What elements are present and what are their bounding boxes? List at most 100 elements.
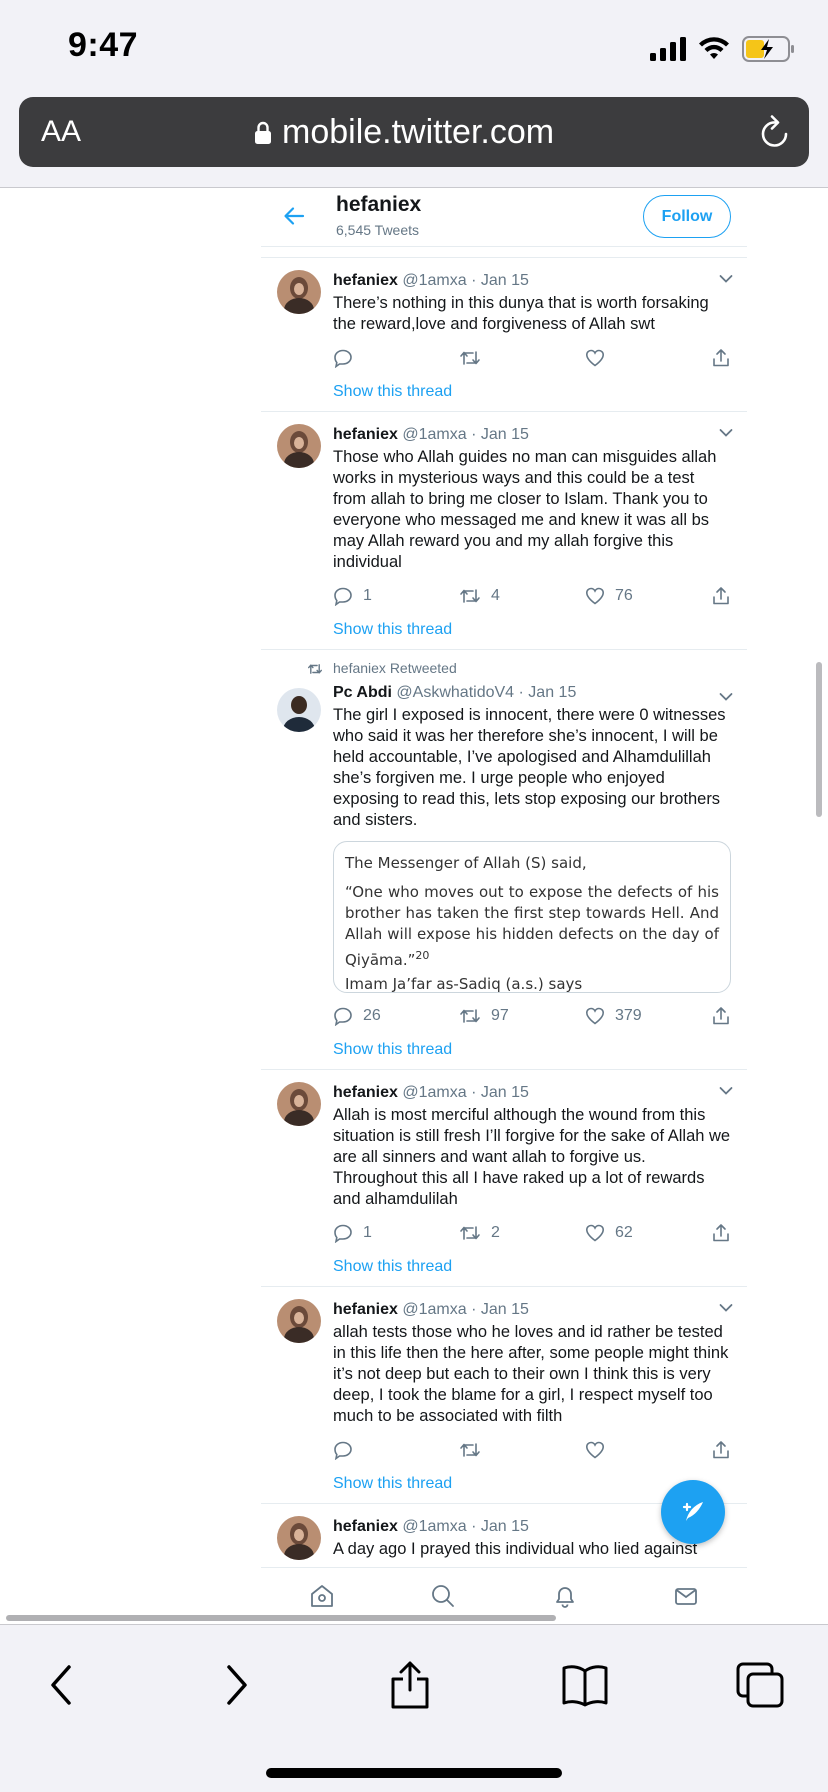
show-thread-link[interactable]: Show this thread xyxy=(333,1037,731,1063)
share-button[interactable] xyxy=(711,1006,731,1026)
author-name[interactable]: hefaniex xyxy=(333,272,398,289)
reply-icon xyxy=(334,587,352,606)
show-thread-link[interactable]: Show this thread xyxy=(333,379,731,405)
signal-icon xyxy=(650,37,686,61)
tweet[interactable]: hefaniex @1amxa · Jan 15 Allah is most m… xyxy=(261,1070,747,1287)
attached-image[interactable]: The Messenger of Allah (S) said, “One wh… xyxy=(333,841,731,993)
tweet-date[interactable]: Jan 15 xyxy=(481,426,529,443)
safari-back-icon xyxy=(51,1665,71,1705)
chevron-down-icon[interactable] xyxy=(719,428,733,438)
search-icon[interactable] xyxy=(430,1583,456,1609)
tweet[interactable]: hefaniex @1amxa · Jan 15 Those who Allah… xyxy=(261,412,747,650)
bell-icon[interactable] xyxy=(552,1583,578,1609)
tweet[interactable]: hefaniex Retweeted Pc Abdi @AskwhatidoV4… xyxy=(261,650,747,1070)
horizontal-scrollbar[interactable] xyxy=(6,1615,556,1621)
tweet-actions: 1 4 76 xyxy=(333,579,731,613)
tweet-header: hefaniex @1amxa · Jan 15 xyxy=(333,424,731,446)
share-button[interactable] xyxy=(711,586,731,606)
like-button[interactable]: 62 xyxy=(585,1223,665,1243)
tweet-text: Allah is most merciful although the woun… xyxy=(333,1106,731,1208)
home-icon[interactable] xyxy=(309,1583,335,1609)
reply-button[interactable]: 1 xyxy=(333,1223,413,1243)
back-arrow-icon[interactable] xyxy=(283,205,305,227)
retweeted-by-label[interactable]: hefaniex Retweeted xyxy=(333,660,457,676)
chevron-down-icon[interactable] xyxy=(719,1086,733,1096)
reply-button[interactable] xyxy=(333,348,413,368)
follow-button[interactable]: Follow xyxy=(643,195,731,238)
timeline-column: hefaniex 6,545 Tweets Follow hefaniex @1… xyxy=(261,189,747,1566)
retweet-icon xyxy=(460,589,480,603)
retweet-button[interactable] xyxy=(459,1440,539,1460)
clock: 9:47 xyxy=(68,26,139,64)
tweet-date[interactable]: Jan 15 xyxy=(481,1301,529,1318)
safari-share-button[interactable] xyxy=(380,1655,440,1715)
like-button[interactable]: 379 xyxy=(585,1006,665,1026)
like-button[interactable]: 76 xyxy=(585,586,665,606)
retweet-button[interactable]: 4 xyxy=(459,586,539,606)
avatar[interactable] xyxy=(277,424,321,468)
reply-button[interactable]: 1 xyxy=(333,586,413,606)
chevron-down-icon[interactable] xyxy=(719,692,733,702)
author-handle[interactable]: @1amxa xyxy=(402,272,466,289)
tweet-actions: 1 2 62 xyxy=(333,1216,731,1250)
avatar[interactable] xyxy=(277,688,321,732)
safari-back-button[interactable] xyxy=(32,1655,92,1715)
share-button[interactable] xyxy=(711,1440,731,1460)
reload-icon[interactable] xyxy=(757,113,793,151)
like-icon xyxy=(585,349,605,367)
vertical-scrollbar[interactable] xyxy=(816,662,822,817)
author-handle[interactable]: @1amxa xyxy=(402,1084,466,1101)
show-thread-link[interactable]: Show this thread xyxy=(333,617,731,643)
reply-button[interactable]: 26 xyxy=(333,1006,413,1026)
share-button[interactable] xyxy=(711,1223,731,1243)
avatar[interactable] xyxy=(277,1299,321,1343)
tabs-button[interactable] xyxy=(730,1655,790,1715)
reply-icon xyxy=(334,1441,352,1460)
retweet-button[interactable]: 97 xyxy=(459,1006,539,1026)
compose-tweet-button[interactable] xyxy=(661,1480,725,1544)
battery-charging-icon xyxy=(742,36,794,62)
retweet-button[interactable]: 2 xyxy=(459,1223,539,1243)
safari-forward-button[interactable] xyxy=(206,1655,266,1715)
tweet-actions xyxy=(333,341,731,375)
url-display[interactable]: mobile.twitter.com xyxy=(254,113,554,152)
tweet-header: Pc Abdi @AskwhatidoV4 · Jan 15 xyxy=(333,682,731,704)
lock-icon xyxy=(255,121,271,144)
share-button[interactable] xyxy=(711,348,731,368)
show-thread-link[interactable]: Show this thread xyxy=(333,1254,731,1280)
tweet-date[interactable]: Jan 15 xyxy=(481,1084,529,1101)
author-handle[interactable]: @1amxa xyxy=(402,1518,466,1535)
retweet-button[interactable] xyxy=(459,348,539,368)
address-bar[interactable]: AA mobile.twitter.com xyxy=(19,97,809,167)
wifi-icon xyxy=(699,37,729,59)
mail-icon[interactable] xyxy=(673,1583,699,1609)
tweet-date[interactable]: Jan 15 xyxy=(481,272,529,289)
author-handle[interactable]: @AskwhatidoV4 xyxy=(396,684,514,701)
reply-button[interactable] xyxy=(333,1440,413,1460)
tweet-header: hefaniex @1amxa · Jan 15 xyxy=(333,270,731,292)
avatar[interactable] xyxy=(277,1516,321,1560)
author-name[interactable]: hefaniex xyxy=(333,1518,398,1535)
author-name[interactable]: hefaniex xyxy=(333,426,398,443)
author-name[interactable]: Pc Abdi xyxy=(333,684,392,701)
tweet-date[interactable]: Jan 15 xyxy=(528,684,576,701)
tweet[interactable]: hefaniex @1amxa · Jan 15 There’s nothing… xyxy=(261,257,747,412)
like-button[interactable] xyxy=(585,348,665,368)
chevron-down-icon[interactable] xyxy=(719,274,733,284)
author-handle[interactable]: @1amxa xyxy=(402,426,466,443)
tweet-date[interactable]: Jan 15 xyxy=(481,1518,529,1535)
like-icon xyxy=(585,1007,605,1025)
text-size-button[interactable]: AA xyxy=(41,115,81,149)
bookmarks-button[interactable] xyxy=(555,1655,615,1715)
tweet[interactable]: hefaniex @1amxa · Jan 15 allah tests tho… xyxy=(261,1287,747,1504)
share-icon xyxy=(713,1007,729,1025)
avatar[interactable] xyxy=(277,1082,321,1126)
image-cut-line: Imam Ja’far as-Sadiq (a.s.) says xyxy=(345,975,583,993)
author-name[interactable]: hefaniex xyxy=(333,1084,398,1101)
author-handle[interactable]: @1amxa xyxy=(402,1301,466,1318)
like-button[interactable] xyxy=(585,1440,665,1460)
chevron-down-icon[interactable] xyxy=(719,1303,733,1313)
author-name[interactable]: hefaniex xyxy=(333,1301,398,1318)
avatar[interactable] xyxy=(277,270,321,314)
like-icon xyxy=(585,1224,605,1242)
